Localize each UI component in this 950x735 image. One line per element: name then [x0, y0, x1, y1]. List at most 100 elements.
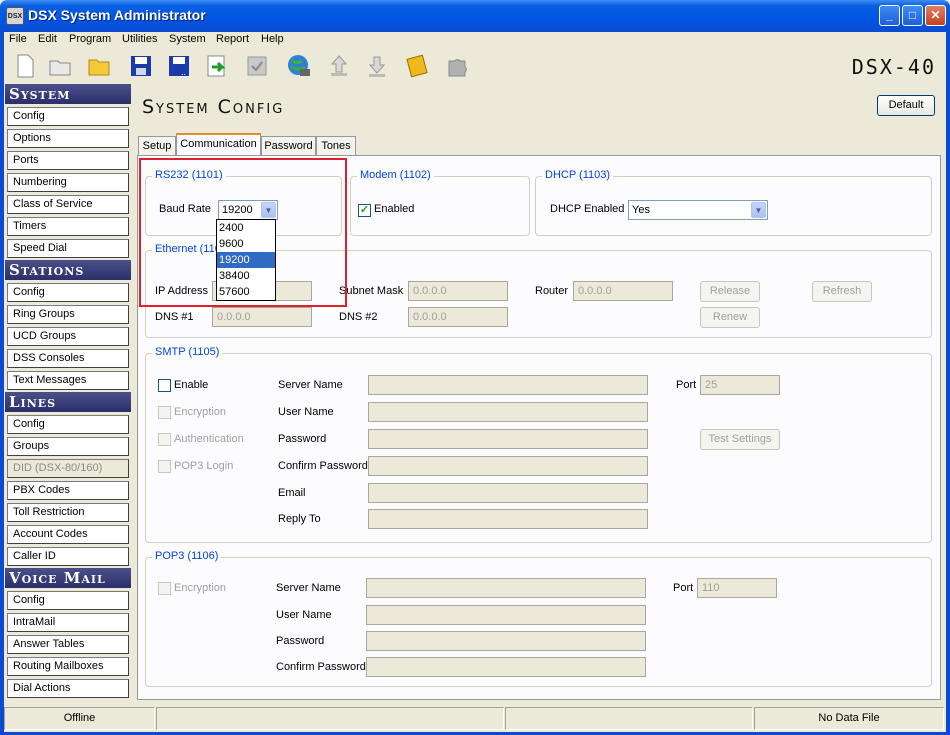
dns1-field[interactable]: 0.0.0.0 — [212, 307, 312, 327]
pop3-confirm-label: Confirm Password — [276, 661, 366, 673]
pop3-password-field[interactable] — [366, 631, 646, 651]
pop3-user-field[interactable] — [366, 605, 646, 625]
menu-file[interactable]: File — [9, 33, 27, 45]
test-settings-button[interactable]: Test Settings — [700, 429, 780, 450]
modem-enabled-checkbox[interactable]: ✓ — [358, 204, 371, 217]
sidebar-item-groups[interactable]: Groups — [7, 437, 129, 456]
sidebar-item-routing-mailboxes[interactable]: Routing Mailboxes — [7, 657, 129, 676]
menu-bar: File Edit Program Utilities System Repor… — [4, 32, 946, 48]
sidebar-item-pbx-codes[interactable]: PBX Codes — [7, 481, 129, 500]
new-file-icon[interactable] — [12, 53, 38, 79]
smtp-email-label: Email — [278, 487, 306, 499]
dhcp-title: DHCP (1103) — [542, 169, 614, 181]
check-disabled-icon[interactable] — [244, 53, 270, 79]
sidebar-item-class-of-service[interactable]: Class of Service — [7, 195, 129, 214]
product-brand: DSX-40 — [851, 55, 936, 79]
smtp-enable-checkbox[interactable] — [158, 379, 171, 392]
renew-button[interactable]: Renew — [700, 307, 760, 328]
refresh-button[interactable]: Refresh — [812, 281, 872, 302]
sidebar-item-answer-tables[interactable]: Answer Tables — [7, 635, 129, 654]
sidebar-item-ring-groups[interactable]: Ring Groups — [7, 305, 129, 324]
highlight-annotation — [139, 158, 347, 307]
open-folder-icon[interactable] — [48, 53, 74, 79]
upload-icon[interactable] — [326, 53, 352, 79]
sidebar-item-caller-id[interactable]: Caller ID — [7, 547, 129, 566]
sidebar-item-text-messages[interactable]: Text Messages — [7, 371, 129, 390]
subnet-mask-field[interactable]: 0.0.0.0 — [408, 281, 508, 301]
notebook-icon[interactable] — [404, 53, 430, 79]
subnet-mask-label: Subnet Mask — [339, 285, 404, 297]
sidebar-item-voicemail-config[interactable]: Config — [7, 591, 129, 610]
save-as-icon[interactable]: .. — [166, 53, 192, 79]
dhcp-group: DHCP (1103) DHCP Enabled Yes ▼ — [535, 169, 932, 236]
tab-communication[interactable]: Communication — [176, 133, 261, 156]
smtp-confirm-field[interactable] — [368, 456, 648, 476]
minimize-icon[interactable]: _ — [879, 5, 900, 26]
chevron-down-icon[interactable]: ▼ — [751, 202, 766, 218]
export-icon[interactable] — [204, 53, 230, 79]
smtp-authentication-checkbox[interactable] — [158, 433, 171, 446]
pop3-encryption-checkbox[interactable] — [158, 582, 171, 595]
release-button[interactable]: Release — [700, 281, 760, 302]
maximize-icon[interactable]: □ — [902, 5, 923, 26]
sidebar-item-timers[interactable]: Timers — [7, 217, 129, 236]
globe-icon[interactable] — [286, 53, 312, 79]
menu-help[interactable]: Help — [261, 33, 284, 45]
pop3-port-label: Port — [673, 582, 694, 594]
download-icon[interactable] — [364, 53, 390, 79]
dns2-label: DNS #2 — [339, 311, 378, 323]
sidebar-item-dss-consoles[interactable]: DSS Consoles — [7, 349, 129, 368]
smtp-encryption-checkbox[interactable] — [158, 406, 171, 419]
folder-icon[interactable] — [86, 53, 112, 79]
smtp-port-field[interactable]: 25 — [700, 375, 780, 395]
sidebar-item-system-config[interactable]: Config — [7, 107, 129, 126]
sidebar-item-ports[interactable]: Ports — [7, 151, 129, 170]
dns1-label: DNS #1 — [155, 311, 194, 323]
pop3-encryption-label: Encryption — [174, 582, 226, 594]
sidebar-item-lines-config[interactable]: Config — [7, 415, 129, 434]
sidebar-item-numbering[interactable]: Numbering — [7, 173, 129, 192]
sidebar-item-account-codes[interactable]: Account Codes — [7, 525, 129, 544]
dns2-field[interactable]: 0.0.0.0 — [408, 307, 508, 327]
default-button[interactable]: Default — [877, 95, 935, 116]
sidebar-item-dial-actions[interactable]: Dial Actions — [7, 679, 129, 698]
smtp-user-field[interactable] — [368, 402, 648, 422]
sidebar-item-ucd-groups[interactable]: UCD Groups — [7, 327, 129, 346]
smtp-password-field[interactable] — [368, 429, 648, 449]
title-bar[interactable]: DSX DSX System Administrator _ □ ✕ — [0, 0, 950, 32]
router-field[interactable]: 0.0.0.0 — [573, 281, 673, 301]
smtp-enable-label: Enable — [174, 379, 209, 391]
sidebar: System Config Options Ports Numbering Cl… — [5, 84, 131, 704]
smtp-reply-label: Reply To — [278, 513, 321, 525]
menu-program[interactable]: Program — [69, 33, 111, 45]
menu-edit[interactable]: Edit — [38, 33, 57, 45]
pop3-confirm-field[interactable] — [366, 657, 646, 677]
menu-system[interactable]: System — [169, 33, 206, 45]
tab-setup[interactable]: Setup — [138, 136, 176, 155]
sidebar-header-stations: Stations — [5, 260, 131, 280]
sidebar-item-speed-dial[interactable]: Speed Dial — [7, 239, 129, 258]
pop3-port-field[interactable]: 110 — [697, 578, 777, 598]
sidebar-item-intramail[interactable]: IntraMail — [7, 613, 129, 632]
smtp-reply-field[interactable] — [368, 509, 648, 529]
menu-report[interactable]: Report — [216, 33, 249, 45]
smtp-server-field[interactable] — [368, 375, 648, 395]
smtp-pop3-login-checkbox[interactable] — [158, 460, 171, 473]
smtp-email-field[interactable] — [368, 483, 648, 503]
sidebar-item-toll-restriction[interactable]: Toll Restriction — [7, 503, 129, 522]
sidebar-header-lines: Lines — [5, 392, 131, 412]
pop3-server-field[interactable] — [366, 578, 646, 598]
smtp-group: SMTP (1105) Enable Encryption Authentica… — [145, 346, 932, 543]
close-icon[interactable]: ✕ — [925, 5, 946, 26]
save-icon[interactable] — [128, 53, 154, 79]
status-connection: Offline — [4, 707, 155, 730]
status-bar: Offline No Data File — [4, 707, 946, 731]
menu-utilities[interactable]: Utilities — [122, 33, 157, 45]
dhcp-enabled-select[interactable]: Yes ▼ — [628, 200, 768, 220]
sidebar-item-stations-config[interactable]: Config — [7, 283, 129, 302]
tab-password[interactable]: Password — [261, 136, 316, 155]
puzzle-disabled-icon[interactable] — [444, 53, 470, 79]
sidebar-item-options[interactable]: Options — [7, 129, 129, 148]
tab-tones[interactable]: Tones — [316, 136, 356, 155]
router-label: Router — [535, 285, 569, 297]
